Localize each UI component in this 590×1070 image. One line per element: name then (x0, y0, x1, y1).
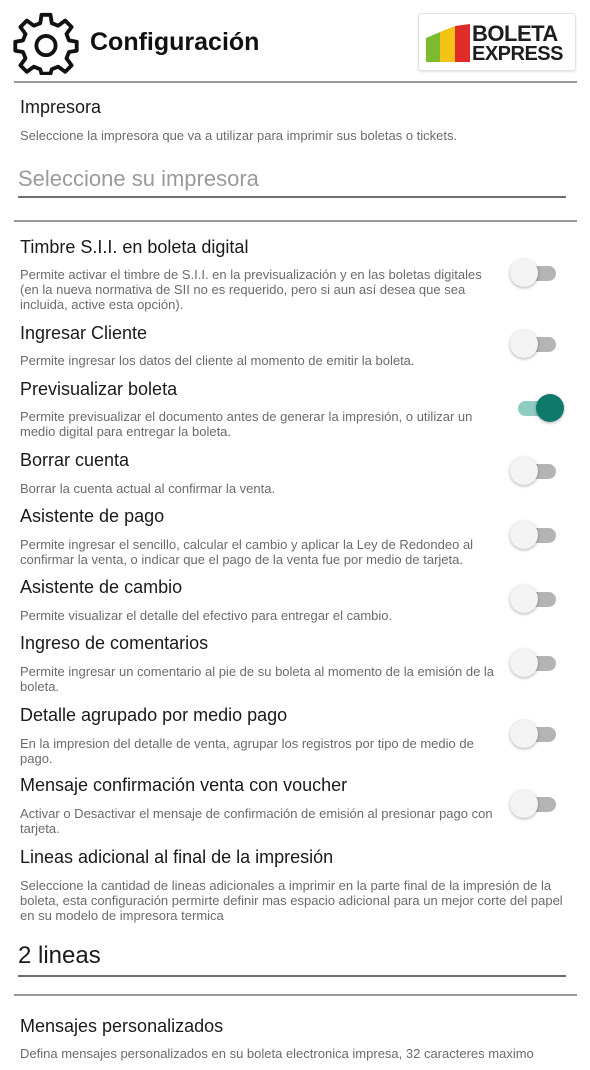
printer-select-placeholder: Seleccione su impresora (18, 166, 259, 191)
ingresar-cliente-toggle[interactable] (510, 330, 558, 358)
brand-logo: BOLETA EXPRESS (418, 13, 576, 71)
printer-select[interactable]: Seleccione su impresora (18, 166, 566, 198)
printer-description: Seleccione la impresora que va a utiliza… (20, 128, 458, 143)
section-divider (14, 220, 577, 222)
setting-title: Mensaje confirmación venta con voucher (20, 775, 348, 795)
setting-title: Timbre S.I.I. en boleta digital (20, 237, 249, 257)
setting-description: Permite visualizar el detalle del efecti… (20, 608, 393, 623)
detalle-agrupado-toggle[interactable] (510, 720, 558, 748)
setting-description: Permite ingresar los datos del cliente a… (20, 353, 415, 368)
previsualizar-toggle[interactable] (510, 394, 564, 422)
setting-title: Ingresar Cliente (20, 323, 148, 343)
custom-messages-title: Mensajes personalizados (20, 1016, 224, 1036)
app-header: Configuración BOLETA EXPRESS (0, 0, 590, 82)
section-divider (14, 994, 577, 996)
setting-description: Permite activar el timbre de S.I.I. en l… (20, 267, 482, 312)
setting-description: En la impresion del detalle de venta, ag… (20, 736, 474, 766)
asistente-pago-toggle[interactable] (510, 521, 558, 549)
setting-title: Borrar cuenta (20, 450, 130, 470)
flag-icon (426, 24, 470, 62)
setting-title: Detalle agrupado por medio pago (20, 705, 288, 725)
extra-lines-title: Lineas adicional al final de la impresió… (20, 847, 334, 867)
mensaje-voucher-toggle[interactable] (510, 790, 558, 818)
extra-lines-select[interactable]: 2 lineas (18, 942, 566, 977)
borrar-cuenta-toggle[interactable] (510, 457, 558, 485)
setting-title: Asistente de pago (20, 506, 165, 526)
printer-title: Impresora (20, 97, 102, 117)
timbre-toggle[interactable] (510, 259, 558, 287)
header-divider (14, 81, 577, 83)
setting-description: Borrar la cuenta actual al confirmar la … (20, 481, 276, 496)
gear-icon[interactable] (12, 11, 80, 75)
setting-title: Previsualizar boleta (20, 379, 178, 399)
extra-lines-value: 2 lineas (18, 942, 101, 969)
setting-title: Asistente de cambio (20, 577, 183, 597)
logo-text-express: EXPRESS (472, 43, 563, 65)
setting-title: Ingreso de comentarios (20, 633, 209, 653)
logo-text-boleta: BOLETA (472, 21, 558, 46)
page-title: Configuración (90, 28, 260, 56)
setting-description: Permite ingresar un comentario al pie de… (20, 664, 495, 694)
setting-description: Permite previsualizar el documento antes… (20, 409, 473, 439)
asistente-cambio-toggle[interactable] (510, 585, 558, 613)
setting-description: Permite ingresar el sencillo, calcular e… (20, 537, 474, 567)
custom-messages-description: Defina mensajes personalizados en su bol… (20, 1046, 534, 1061)
setting-description: Activar o Desactivar el mensaje de confi… (20, 806, 493, 836)
extra-lines-description: Seleccione la cantidad de lineas adicion… (20, 878, 563, 923)
comentarios-toggle[interactable] (510, 649, 558, 677)
